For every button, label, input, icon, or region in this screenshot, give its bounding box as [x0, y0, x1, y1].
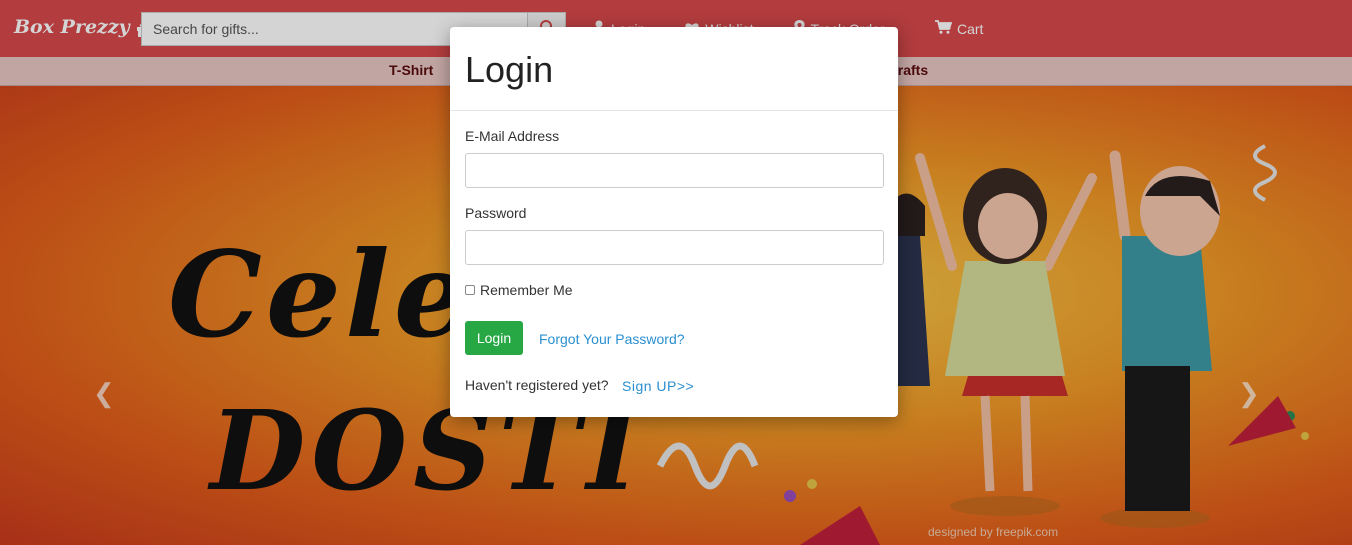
register-prompt: Haven't registered yet?	[465, 377, 609, 393]
remember-me-label: Remember Me	[480, 282, 573, 298]
modal-header: Login	[450, 27, 898, 111]
login-modal: Login E-Mail Address Password Remember M…	[450, 27, 898, 417]
modal-title: Login	[465, 49, 554, 90]
email-label: E-Mail Address	[465, 128, 560, 144]
login-button[interactable]: Login	[465, 321, 523, 355]
signup-link[interactable]: Sign UP>>	[622, 378, 694, 394]
forgot-password-link[interactable]: Forgot Your Password?	[539, 331, 685, 347]
password-label: Password	[465, 205, 527, 221]
email-field[interactable]	[465, 153, 884, 188]
remember-me-checkbox[interactable]	[465, 285, 475, 295]
remember-me-row: Remember Me	[465, 282, 573, 298]
password-field[interactable]	[465, 230, 884, 265]
